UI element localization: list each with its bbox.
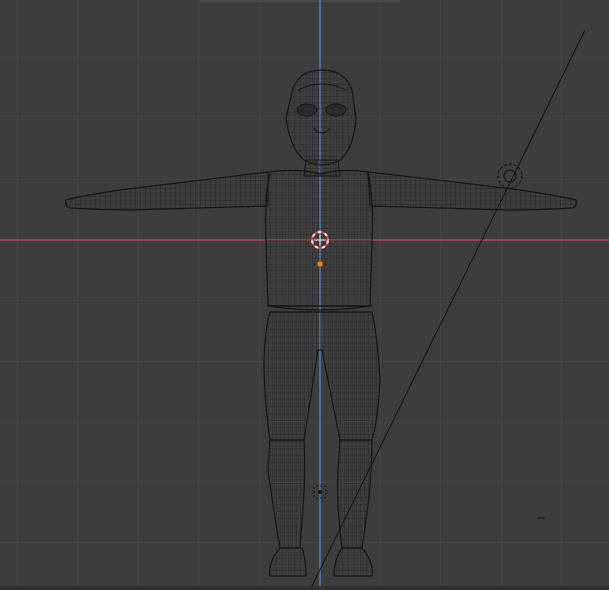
viewport-bottom-edge: [0, 586, 609, 590]
viewport-canvas[interactable]: [0, 0, 609, 590]
3d-viewport[interactable]: [0, 0, 609, 590]
mesh-head[interactable]: [285, 69, 357, 166]
object-origin-icon: [316, 260, 324, 268]
3d-cursor-icon[interactable]: [311, 231, 329, 249]
